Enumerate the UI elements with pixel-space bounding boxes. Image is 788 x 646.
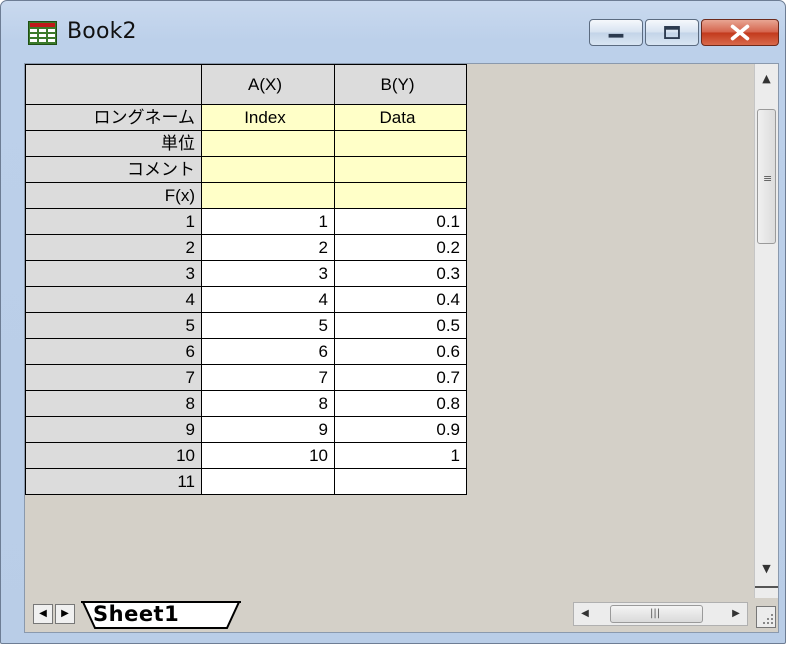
table-row: 11 (25, 468, 467, 495)
cell-a[interactable]: 1 (201, 208, 335, 235)
label-row-header-comments[interactable]: コメント (25, 156, 202, 183)
worksheet-area: A(X) B(Y) ロングネーム Index Data 単位 コメント F(x) (24, 63, 779, 633)
comments-cell-a[interactable] (201, 156, 335, 183)
cell-a[interactable]: 2 (201, 234, 335, 261)
units-cell-b[interactable] (334, 130, 467, 157)
column-header-a[interactable]: A(X) (201, 64, 335, 105)
cell-b[interactable]: 0.6 (334, 338, 467, 365)
table-row: 1 1 0.1 (25, 208, 467, 235)
row-header[interactable]: 4 (25, 286, 202, 313)
table-row: 9 9 0.9 (25, 416, 467, 443)
cell-a[interactable]: 3 (201, 260, 335, 287)
cell-b[interactable]: 0.8 (334, 390, 467, 417)
title-bar[interactable]: Book2 (1, 1, 785, 63)
vertical-scroll-thumb[interactable]: ≡ (757, 109, 776, 244)
row-header[interactable]: 8 (25, 390, 202, 417)
table-row: 2 2 0.2 (25, 234, 467, 261)
worksheet-grid: A(X) B(Y) ロングネーム Index Data 単位 コメント F(x) (25, 64, 467, 495)
label-row-header-longname[interactable]: ロングネーム (25, 104, 202, 131)
tab-prev-icon[interactable]: ◀ (33, 604, 53, 624)
cell-b[interactable]: 0.5 (334, 312, 467, 339)
scroll-up-icon[interactable]: ▲ (755, 68, 778, 90)
scroll-down-icon[interactable]: ▼ (755, 558, 778, 580)
close-icon (730, 24, 750, 41)
row-header[interactable]: 11 (25, 468, 202, 495)
cell-b[interactable]: 0.2 (334, 234, 467, 261)
row-header[interactable]: 5 (25, 312, 202, 339)
cell-b[interactable]: 0.1 (334, 208, 467, 235)
table-row: 5 5 0.5 (25, 312, 467, 339)
table-row: 4 4 0.4 (25, 286, 467, 313)
formula-cell-a[interactable] (201, 182, 335, 209)
size-grip-icon[interactable] (756, 606, 776, 628)
cell-b[interactable]: 0.3 (334, 260, 467, 287)
cell-b[interactable]: 0.9 (334, 416, 467, 443)
row-header[interactable]: 9 (25, 416, 202, 443)
cell-b[interactable] (334, 468, 467, 495)
formula-cell-b[interactable] (334, 182, 467, 209)
workbook-window: Book2 A(X) B(Y) ロングネーム Index Data 単位 コメン… (0, 0, 786, 644)
tab-next-icon[interactable]: ▶ (55, 604, 75, 624)
cell-a[interactable]: 9 (201, 416, 335, 443)
grip-icon: ≡ (763, 172, 773, 185)
longname-cell-b[interactable]: Data (334, 104, 467, 131)
label-row-header-units[interactable]: 単位 (25, 130, 202, 157)
row-header[interactable]: 1 (25, 208, 202, 235)
cell-a[interactable]: 4 (201, 286, 335, 313)
cell-b[interactable]: 0.7 (334, 364, 467, 391)
minimize-icon (608, 33, 624, 38)
table-row: 3 3 0.3 (25, 260, 467, 287)
vertical-scrollbar[interactable]: ▲ ≡ ▼ (754, 64, 778, 598)
comments-cell-b[interactable] (334, 156, 467, 183)
sheet-tab-bar: ◀ ▶ Sheet1 ◀ ||| ▶ (25, 598, 778, 632)
cell-a[interactable]: 6 (201, 338, 335, 365)
row-header[interactable]: 10 (25, 442, 202, 469)
table-row: 6 6 0.6 (25, 338, 467, 365)
cell-a[interactable]: 10 (201, 442, 335, 469)
longname-cell-a[interactable]: Index (201, 104, 335, 131)
cell-a[interactable]: 5 (201, 312, 335, 339)
cell-a[interactable]: 8 (201, 390, 335, 417)
corner-cell[interactable] (25, 64, 202, 105)
close-button[interactable] (701, 19, 779, 46)
column-header-b[interactable]: B(Y) (334, 64, 467, 105)
empty-sheet-area (467, 64, 754, 598)
window-title: Book2 (67, 19, 137, 44)
maximize-icon (664, 26, 680, 39)
split-handle[interactable] (755, 586, 778, 598)
scroll-left-icon[interactable]: ◀ (574, 603, 596, 625)
table-row: 10 10 1 (25, 442, 467, 469)
workbook-grid-icon (28, 21, 57, 45)
sheet-tab-sheet1[interactable]: Sheet1 (93, 602, 179, 626)
table-row: 8 8 0.8 (25, 390, 467, 417)
grip-icon: ||| (650, 608, 661, 619)
table-row: 7 7 0.7 (25, 364, 467, 391)
horizontal-scrollbar[interactable]: ◀ ||| ▶ (573, 602, 748, 626)
row-header[interactable]: 7 (25, 364, 202, 391)
maximize-button[interactable] (645, 19, 699, 46)
units-cell-a[interactable] (201, 130, 335, 157)
row-header[interactable]: 3 (25, 260, 202, 287)
cell-a[interactable]: 7 (201, 364, 335, 391)
cell-a[interactable] (201, 468, 335, 495)
scroll-right-icon[interactable]: ▶ (725, 603, 747, 625)
label-row-header-formula[interactable]: F(x) (25, 182, 202, 209)
row-header[interactable]: 6 (25, 338, 202, 365)
cell-b[interactable]: 0.4 (334, 286, 467, 313)
minimize-button[interactable] (589, 19, 643, 46)
row-header[interactable]: 2 (25, 234, 202, 261)
cell-b[interactable]: 1 (334, 442, 467, 469)
